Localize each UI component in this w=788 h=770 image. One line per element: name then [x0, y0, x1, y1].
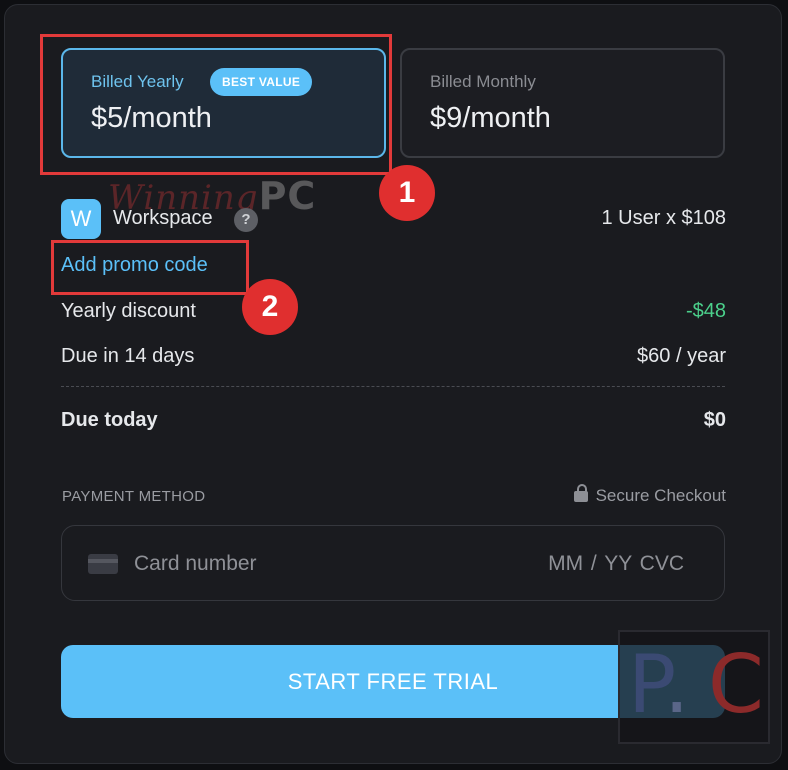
- help-icon[interactable]: ?: [234, 208, 258, 232]
- annotation-box-promo: [51, 240, 249, 295]
- lock-icon: [573, 484, 588, 502]
- summary-divider: [61, 386, 725, 387]
- due-today-amount: $0: [703, 409, 726, 431]
- payment-method-label: PAYMENT METHOD: [62, 488, 206, 505]
- due-later-amount: $60 / year: [637, 345, 726, 367]
- annotation-box-plan: [40, 34, 392, 175]
- due-later-label: Due in 14 days: [61, 345, 195, 367]
- due-today-label: Due today: [61, 409, 158, 431]
- workspace-label: Workspace: [113, 207, 213, 229]
- pc-watermark-logo: P.C: [618, 630, 770, 744]
- monthly-label: Billed Monthly: [430, 72, 536, 91]
- credit-card-icon: [88, 554, 118, 574]
- yearly-discount-amount: -$48: [685, 300, 726, 322]
- monthly-price: $9/month: [430, 102, 551, 134]
- billed-monthly-option[interactable]: Billed Monthly $9/month: [400, 48, 725, 158]
- expiry-cvc-placeholder[interactable]: MM / YY CVC: [548, 552, 684, 576]
- yearly-discount-label: Yearly discount: [61, 300, 196, 322]
- card-input-field[interactable]: Card number MM / YY CVC: [61, 525, 725, 601]
- card-number-placeholder[interactable]: Card number: [134, 552, 257, 576]
- annotation-marker-2: 2: [242, 279, 298, 335]
- workspace-icon: W: [61, 199, 101, 239]
- annotation-marker-1: 1: [379, 165, 435, 221]
- workspace-amount: 1 User x $108: [601, 207, 726, 229]
- secure-checkout: Secure Checkout: [573, 484, 726, 506]
